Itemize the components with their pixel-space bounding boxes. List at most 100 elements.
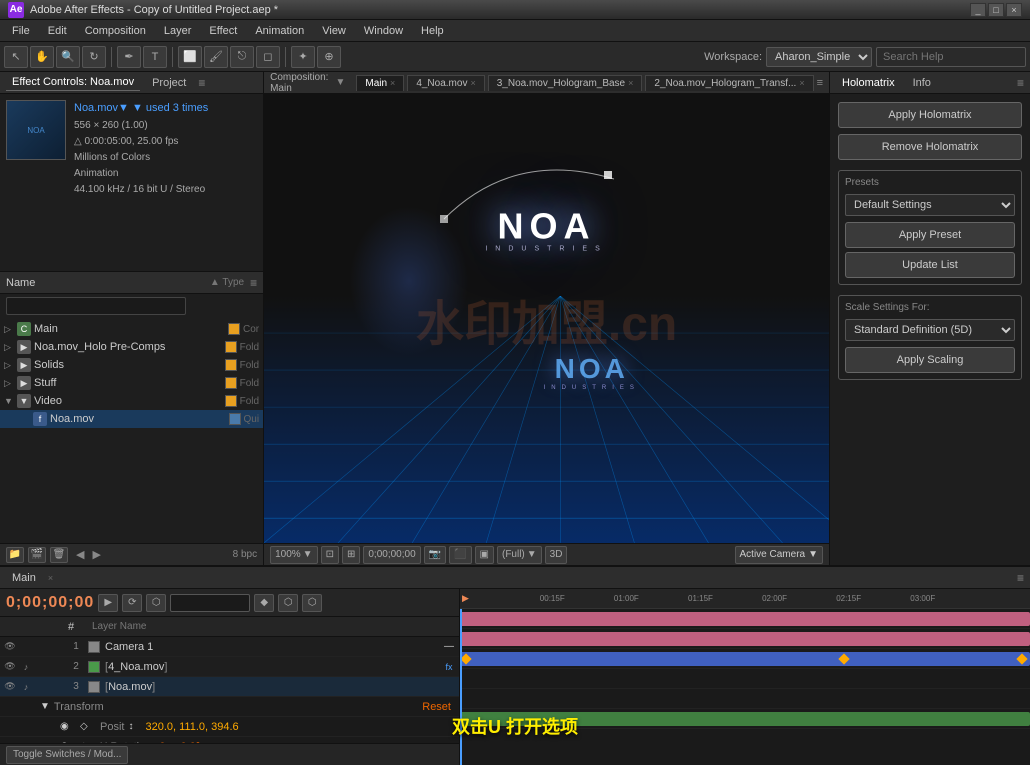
time-search-input[interactable] [170,594,250,612]
region-button[interactable]: ▣ [475,546,494,564]
close-tab-3noa[interactable]: × [628,78,633,88]
workspace-select[interactable]: Aharon_Simple [766,47,872,67]
menu-animation[interactable]: Animation [247,23,312,39]
layer-2-vis[interactable]: 👁 [2,659,18,675]
layer-2-fx[interactable]: fx [442,660,456,674]
tool-text[interactable]: T [143,46,167,68]
layer-2-lock[interactable] [50,659,66,675]
preview-button[interactable]: ⬡ [146,594,166,612]
new-folder-button[interactable]: 📁 [6,547,24,563]
zoom-button[interactable]: 100% ▼ [270,546,317,564]
loop-button[interactable]: ⟳ [122,594,142,612]
holomatrix-menu[interactable]: ≡ [1017,76,1024,90]
comp-tab-2noa[interactable]: 2_Noa.mov_Hologram_Transf...× [645,75,813,91]
menu-window[interactable]: Window [356,23,411,39]
snapshot-button[interactable]: 📷 [424,546,446,564]
layer-1-switch-1[interactable]: — [442,640,456,654]
play-button[interactable]: ▶ [98,594,118,612]
active-camera-select[interactable]: Active Camera ▼ [735,546,823,564]
apply-preset-button[interactable]: Apply Preset [845,222,1015,248]
project-item-noa-precomps[interactable]: ▷ ▶ Noa.mov_Holo Pre-Comps Fold [0,338,263,356]
tab-info[interactable]: Info [907,75,937,91]
tool-eraser[interactable]: ◻ [256,46,280,68]
tab-holomatrix[interactable]: Holomatrix [836,75,901,91]
comp-tab-main[interactable]: Main× [356,75,404,91]
project-item-main[interactable]: ▷ C Main Cor [0,320,263,338]
tool-shape[interactable]: ⬜ [178,46,202,68]
close-tab-2noa[interactable]: × [799,78,804,88]
timecode-button[interactable]: 0;00;00;00 [363,546,420,564]
timeline-timecode[interactable]: 0;00;00;00 [6,594,94,612]
tool-pen[interactable]: ✒ [117,46,141,68]
project-menu[interactable]: ≡ [250,276,257,290]
grid-button[interactable]: ⊞ [342,546,360,564]
project-item-stuff[interactable]: ▷ ▶ Stuff Fold [0,374,263,392]
tab-project[interactable]: Project [146,75,192,91]
menu-view[interactable]: View [314,23,354,39]
layer-1-vis[interactable]: 👁 [2,639,18,655]
layer-row-2[interactable]: 👁 ♪ 2 [4_Noa.mov] fx [0,657,459,677]
timeline-tab-main[interactable]: Main [6,570,42,586]
tool-select[interactable]: ↖ [4,46,28,68]
comp-panel-menu[interactable]: ≡ [817,77,823,89]
close-tab-4noa[interactable]: × [470,78,475,88]
close-button[interactable]: × [1006,3,1022,17]
layer-3-vis[interactable]: 👁 [2,679,18,695]
render-button[interactable]: ⬡ [278,594,298,612]
marker-button[interactable]: ◆ [254,594,274,612]
layer-3-lock[interactable] [50,679,66,695]
layer-1-lock[interactable] [50,639,66,655]
remove-holomatrix-button[interactable]: Remove Holomatrix [838,134,1022,160]
layer-row-3[interactable]: 👁 ♪ 3 [Noa.mov] [0,677,459,697]
tab-effect-controls[interactable]: Effect Controls: Noa.mov [6,74,140,91]
menu-layer[interactable]: Layer [156,23,200,39]
menu-edit[interactable]: Edit [40,23,75,39]
project-item-solids[interactable]: ▷ ▶ Solids Fold [0,356,263,374]
project-item-video[interactable]: ▼ ▼ Video Fold [0,392,263,410]
minimize-button[interactable]: _ [970,3,986,17]
project-item-noa-mov[interactable]: f Noa.mov Qui [0,410,263,428]
menu-file[interactable]: File [4,23,38,39]
layer-2-audio[interactable]: ♪ [18,659,34,675]
playhead[interactable] [460,609,462,765]
menu-composition[interactable]: Composition [77,23,154,39]
layer-3-audio[interactable]: ♪ [18,679,34,695]
maximize-button[interactable]: □ [988,3,1004,17]
apply-scaling-button[interactable]: Apply Scaling [845,347,1015,373]
window-controls[interactable]: _ □ × [970,3,1022,17]
apply-holomatrix-button[interactable]: Apply Holomatrix [838,102,1022,128]
fit-button[interactable]: ⊡ [321,546,339,564]
transform-arrow[interactable]: ▼ [40,701,50,712]
draft-button[interactable]: ⬡ [302,594,322,612]
update-list-button[interactable]: Update List [845,252,1015,278]
scale-select[interactable]: Standard Definition (5D) [845,319,1015,341]
comp-tab-4noa[interactable]: 4_Noa.mov× [407,75,484,91]
preset-select[interactable]: Default Settings [845,194,1015,216]
trash-button[interactable]: 🗑 [50,547,68,563]
tool-rotate[interactable]: ↻ [82,46,106,68]
toggle-switches-button[interactable]: Toggle Switches / Mod... [6,746,128,764]
tool-brush[interactable]: 🖌 [204,46,228,68]
tool-clone[interactable]: ⎋ [230,46,254,68]
tool-roto[interactable]: ⊕ [317,46,341,68]
menu-help[interactable]: Help [413,23,452,39]
reset-button[interactable]: Reset [422,701,451,713]
effect-controls-menu[interactable]: ≡ [198,76,205,90]
transparency-button[interactable]: ⬛ [449,546,471,564]
tool-puppet[interactable]: ✦ [291,46,315,68]
search-help-input[interactable] [876,47,1026,67]
3d-button[interactable]: 3D [545,546,568,564]
close-timeline-tab[interactable]: × [48,573,53,583]
quality-button[interactable]: (Full) ▼ [497,546,542,564]
menu-effect[interactable]: Effect [201,23,245,39]
layer-row-1[interactable]: 👁 1 Camera 1 — [0,637,459,657]
close-tab-main[interactable]: × [390,78,395,88]
project-search-input[interactable] [6,297,186,315]
new-comp-button[interactable]: 🎬 [28,547,46,563]
tool-zoom[interactable]: 🔍 [56,46,80,68]
layer-3-solo[interactable] [34,679,50,695]
comp-tab-3noa[interactable]: 3_Noa.mov_Hologram_Base× [488,75,643,91]
comp-dropdown-icon[interactable]: ▼ [335,77,345,88]
tool-hand[interactable]: ✋ [30,46,54,68]
timeline-menu[interactable]: ≡ [1017,571,1024,585]
